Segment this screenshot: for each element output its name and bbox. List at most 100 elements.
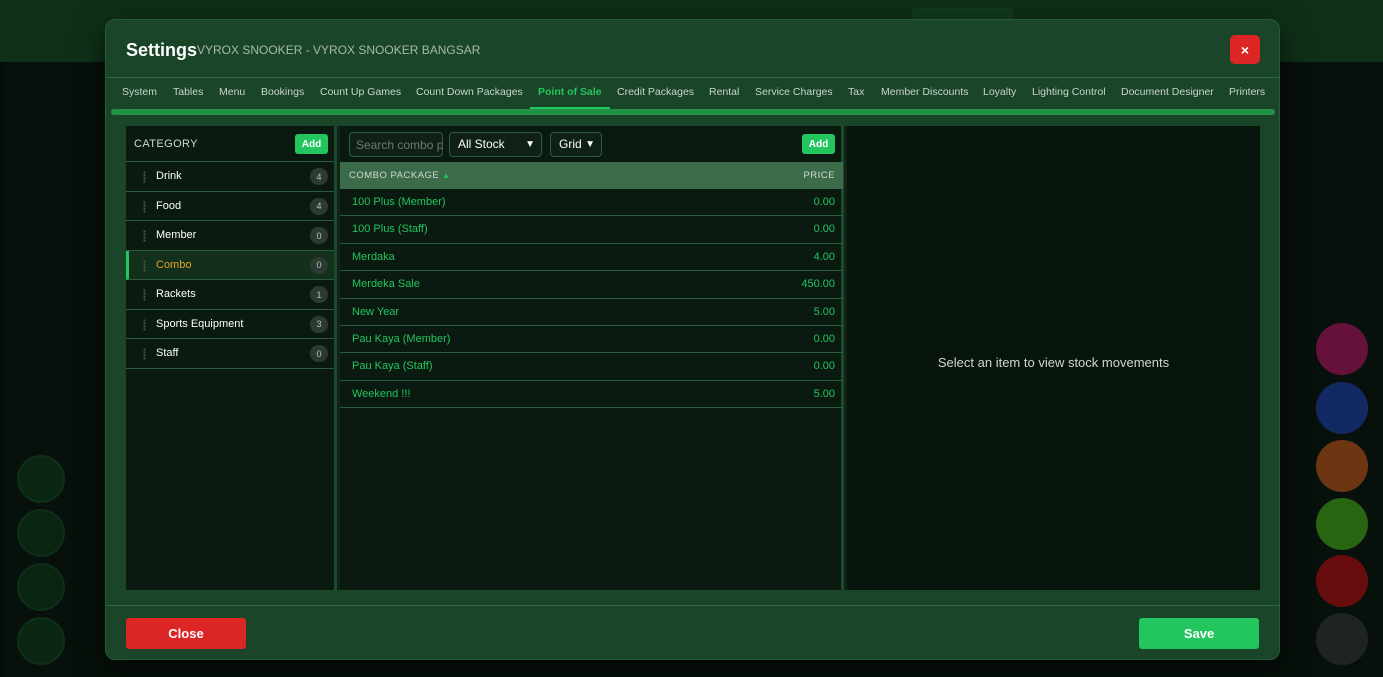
combo-package-price: 450.00 (801, 278, 835, 291)
combo-row[interactable]: New Year 5.00 (340, 299, 843, 326)
tab-service-charges[interactable]: Service Charges (755, 79, 833, 109)
tab-bookings[interactable]: Bookings (261, 79, 304, 109)
sort-ascending-icon: ▲ (442, 171, 451, 180)
combo-package-price: 0.00 (813, 332, 835, 345)
combo-row[interactable]: Pau Kaya (Member) 0.00 (340, 326, 843, 354)
drag-handle-icon[interactable] (143, 259, 146, 272)
chevron-down-icon: ▼ (525, 139, 535, 150)
combo-package-name: Merdeka Sale (352, 278, 420, 291)
combo-package-panel: All Stock ▼ Grid ▼ Add COMBO PACKAGE▲ PR… (340, 126, 844, 590)
combo-package-price: 5.00 (813, 305, 835, 318)
category-name: Member (156, 229, 197, 241)
tab-count-up-games[interactable]: Count Up Games (320, 79, 401, 109)
add-combo-button[interactable]: Add (802, 134, 835, 154)
drag-handle-icon[interactable] (143, 171, 146, 183)
category-count-badge: 1 (310, 286, 328, 303)
column-header-price[interactable]: PRICE (803, 170, 835, 181)
modal-footer: Close Save (106, 605, 1279, 659)
tab-system[interactable]: System (122, 79, 157, 109)
tab-point-of-sale[interactable]: Point of Sale (530, 79, 610, 109)
category-count-badge: 4 (310, 197, 328, 215)
category-item-sports-equipment[interactable]: Sports Equipment 3 (126, 310, 334, 339)
category-panel: CATEGORY Add Drink 4 Food 4 Member 0 Combo 0 Rac… (126, 126, 337, 590)
category-header: CATEGORY Add (126, 126, 334, 162)
settings-tabs: System Tables Menu Bookings Count Up Games Co… (106, 79, 1279, 109)
category-item-member[interactable]: Member 0 (126, 221, 334, 251)
pos-settings-body: CATEGORY Add Drink 4 Food 4 Member 0 Combo 0 Rac… (126, 126, 1260, 590)
category-name: Staff (156, 347, 179, 359)
category-count-badge: 0 (310, 256, 328, 274)
category-count-badge: 0 (310, 345, 328, 362)
tabs-scrollbar[interactable] (111, 109, 1275, 115)
drag-handle-icon[interactable] (143, 230, 146, 242)
combo-package-name: Weekend !!! (352, 387, 411, 400)
close-icon: × (1240, 41, 1250, 58)
drag-handle-icon[interactable] (143, 289, 146, 301)
category-name: Sports Equipment (156, 317, 244, 330)
settings-modal: Settings VYROX SNOOKER - VYROX SNOOKER B… (105, 19, 1280, 660)
category-item-food[interactable]: Food 4 (126, 192, 334, 221)
modal-subtitle: VYROX SNOOKER - VYROX SNOOKER BANGSAR (197, 43, 481, 57)
category-name: Rackets (156, 288, 196, 300)
combo-search-input[interactable] (349, 132, 443, 157)
combo-package-price: 0.00 (813, 196, 835, 208)
combo-table-body: 100 Plus (Member) 0.00 100 Plus (Staff) 0.0… (340, 189, 843, 409)
combo-package-name: Pau Kaya (Member) (352, 332, 451, 345)
column-header-combo-package[interactable]: COMBO PACKAGE ▲ (349, 170, 451, 181)
tab-printers[interactable]: Printers (1229, 79, 1265, 109)
category-list: Drink 4 Food 4 Member 0 Combo 0 Rackets 1 Sports E… (126, 162, 334, 369)
tab-lighting-control[interactable]: Lighting Control (1032, 79, 1106, 109)
drag-handle-icon[interactable] (143, 318, 146, 331)
close-modal-button[interactable]: × (1230, 35, 1260, 64)
combo-package-name: 100 Plus (Member) (352, 196, 446, 208)
drag-handle-icon[interactable] (143, 200, 146, 213)
category-item-staff[interactable]: Staff 0 (126, 339, 334, 369)
tab-member-discounts[interactable]: Member Discounts (881, 79, 969, 109)
combo-package-price: 4.00 (813, 250, 835, 263)
category-count-badge: 3 (310, 315, 328, 333)
stock-filter-select[interactable]: All Stock ▼ (449, 132, 542, 157)
combo-package-price: 5.00 (813, 387, 835, 400)
stock-movements-panel: Select an item to view stock movements (847, 126, 1260, 590)
tab-document-designer[interactable]: Document Designer (1121, 79, 1214, 109)
category-name: Combo (156, 258, 192, 271)
tab-menu[interactable]: Menu (219, 79, 245, 109)
tab-tax[interactable]: Tax (848, 79, 864, 109)
save-button[interactable]: Save (1139, 618, 1259, 649)
category-count-badge: 4 (310, 168, 328, 185)
combo-package-name: 100 Plus (Staff) (352, 223, 428, 236)
combo-table-header: COMBO PACKAGE ▲ PRICE (340, 162, 843, 189)
combo-row[interactable]: Weekend !!! 5.00 (340, 381, 843, 409)
combo-package-name: New Year (352, 305, 400, 318)
view-mode-select[interactable]: Grid ▼ (550, 132, 602, 157)
tab-rental[interactable]: Rental (709, 79, 739, 109)
modal-header: Settings VYROX SNOOKER - VYROX SNOOKER B… (106, 20, 1279, 78)
drag-handle-icon[interactable] (143, 348, 146, 360)
combo-row[interactable]: 100 Plus (Staff) 0.00 (340, 216, 843, 244)
tab-loyalty[interactable]: Loyalty (983, 79, 1016, 109)
combo-toolbar: All Stock ▼ Grid ▼ Add (340, 126, 841, 162)
category-header-label: CATEGORY (134, 138, 198, 150)
category-name: Drink (156, 170, 182, 182)
tab-count-down-packages[interactable]: Count Down Packages (416, 79, 523, 109)
close-button[interactable]: Close (126, 618, 246, 649)
combo-package-price: 0.00 (813, 223, 835, 236)
chevron-down-icon: ▼ (585, 139, 595, 150)
tab-tables[interactable]: Tables (173, 79, 203, 109)
stock-empty-message: Select an item to view stock movements (937, 355, 1170, 370)
combo-row[interactable]: Pau Kaya (Staff) 0.00 (340, 353, 843, 381)
category-name: Food (156, 199, 182, 212)
category-item-rackets[interactable]: Rackets 1 (126, 280, 334, 310)
category-item-combo[interactable]: Combo 0 (126, 250, 334, 280)
combo-package-name: Merdaka (352, 250, 395, 263)
combo-package-name: Pau Kaya (Staff) (352, 360, 433, 373)
modal-title: Settings (126, 40, 198, 60)
category-count-badge: 0 (310, 227, 328, 244)
tab-credit-packages[interactable]: Credit Packages (617, 79, 694, 109)
add-category-button[interactable]: Add (295, 134, 328, 154)
combo-package-price: 0.00 (813, 360, 835, 373)
combo-row[interactable]: Merdeka Sale 450.00 (340, 271, 843, 299)
combo-row[interactable]: Merdaka 4.00 (340, 244, 843, 272)
category-item-drink[interactable]: Drink 4 (126, 162, 334, 192)
combo-row[interactable]: 100 Plus (Member) 0.00 (340, 189, 843, 217)
